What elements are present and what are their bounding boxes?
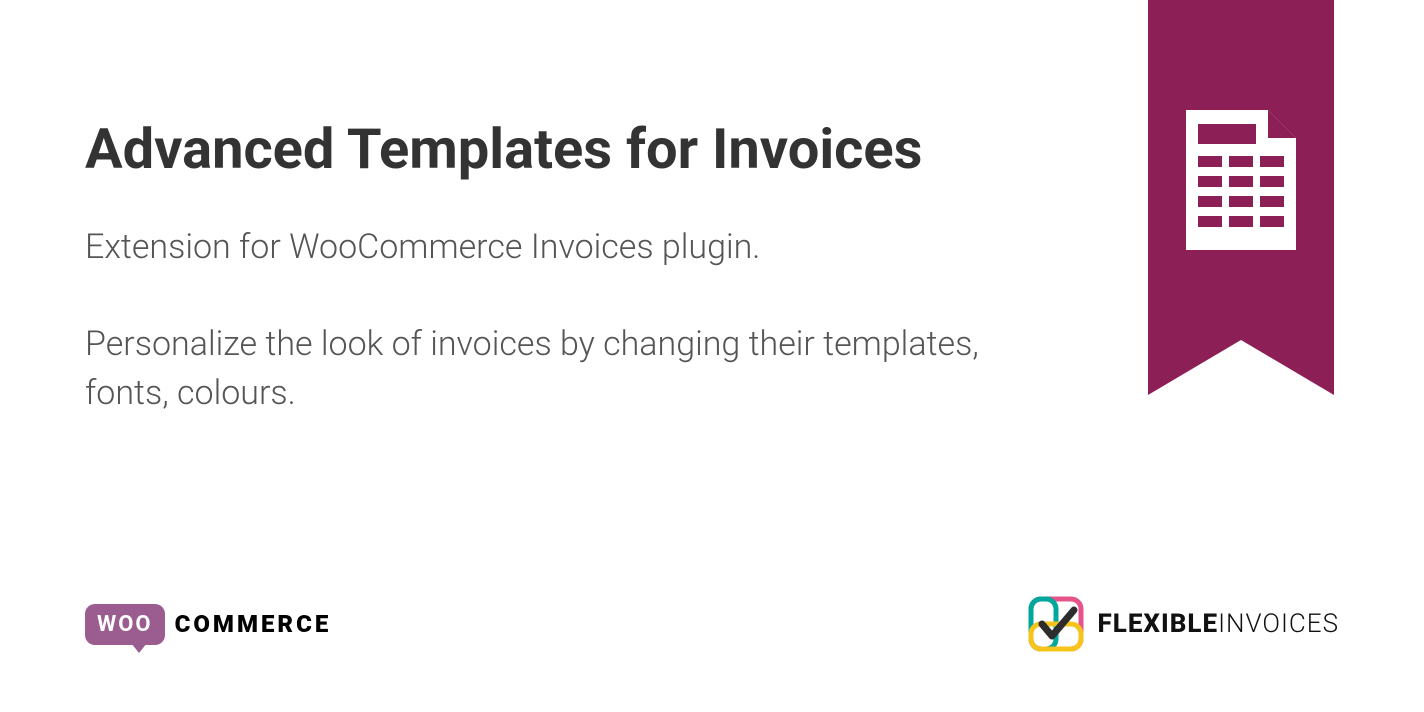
woo-bubble: WOO (85, 604, 165, 645)
description: Extension for WooCommerce Invoices plugi… (85, 223, 1025, 419)
ribbon-body (1148, 0, 1334, 340)
document-icon (1186, 110, 1296, 250)
ribbon-badge (1148, 0, 1334, 400)
flexible-invoices-logo: FLEXIBLEINVOICES (1028, 596, 1339, 652)
flexible-bold: FLEXIBLE (1098, 609, 1219, 639)
footer: WOO COMMERCE FLEXIBLEINVOICES (85, 596, 1339, 652)
checkmark-icon (1028, 596, 1084, 652)
flexible-invoices-text: FLEXIBLEINVOICES (1098, 609, 1339, 639)
page-title: Advanced Templates for Invoices (85, 119, 1025, 181)
description-line-1: Extension for WooCommerce Invoices plugi… (85, 223, 1025, 272)
main-content: Advanced Templates for Invoices Extensio… (85, 119, 1025, 418)
description-line-2: Personalize the look of invoices by chan… (85, 320, 1025, 419)
woocommerce-logo: WOO COMMERCE (85, 604, 331, 645)
commerce-text: COMMERCE (175, 610, 332, 638)
flexible-light: INVOICES (1218, 609, 1339, 639)
ribbon-tail (1148, 340, 1334, 395)
